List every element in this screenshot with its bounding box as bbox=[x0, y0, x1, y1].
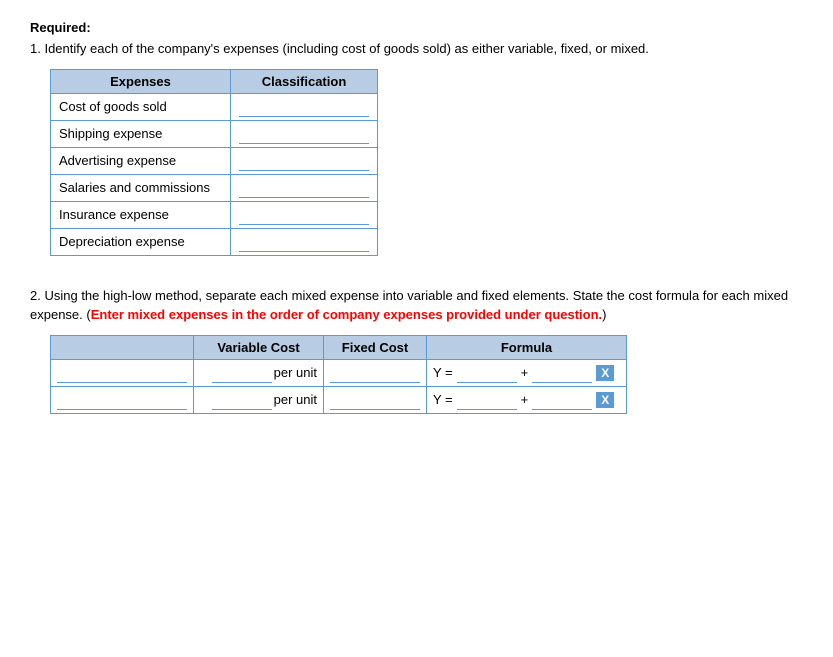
required-block: Required: 1. Identify each of the compan… bbox=[30, 20, 803, 256]
hl-formula-cell[interactable]: Y = + X bbox=[427, 359, 627, 386]
classification-cell[interactable] bbox=[231, 147, 378, 174]
classification-input[interactable] bbox=[239, 178, 369, 198]
required-label: Required: bbox=[30, 20, 803, 35]
classification-input[interactable] bbox=[239, 232, 369, 252]
hl-fixed-cell[interactable] bbox=[324, 386, 427, 413]
expense-name-cell: Depreciation expense bbox=[51, 228, 231, 255]
table-row: per unit Y = + X bbox=[51, 386, 627, 413]
classification-input[interactable] bbox=[239, 151, 369, 171]
hl-fixed-input[interactable] bbox=[330, 390, 420, 410]
table-row: per unit Y = + X bbox=[51, 359, 627, 386]
plus-label: + bbox=[521, 365, 529, 380]
classification-cell[interactable] bbox=[231, 228, 378, 255]
hl-var-header: Variable Cost bbox=[194, 335, 324, 359]
hl-fixed-cell[interactable] bbox=[324, 359, 427, 386]
classification-cell[interactable] bbox=[231, 120, 378, 147]
expenses-header: Expenses bbox=[51, 69, 231, 93]
plus-label: + bbox=[521, 392, 529, 407]
classification-cell[interactable] bbox=[231, 93, 378, 120]
per-unit-label: per unit bbox=[274, 392, 317, 407]
expense-name-cell: Salaries and commissions bbox=[51, 174, 231, 201]
per-unit-label: per unit bbox=[274, 365, 317, 380]
hl-variable-cell[interactable]: per unit bbox=[194, 359, 324, 386]
hl-fixed-header: Fixed Cost bbox=[324, 335, 427, 359]
table-row: Insurance expense bbox=[51, 201, 378, 228]
classification-cell[interactable] bbox=[231, 201, 378, 228]
highlow-table: Variable Cost Fixed Cost Formula per uni… bbox=[50, 335, 627, 414]
classification-header: Classification bbox=[231, 69, 378, 93]
q2-block: 2. Using the high-low method, separate e… bbox=[30, 286, 803, 414]
classification-input[interactable] bbox=[239, 205, 369, 225]
hl-variable-cell[interactable]: per unit bbox=[194, 386, 324, 413]
remove-row-button[interactable]: X bbox=[596, 392, 614, 408]
expense-name-cell: Advertising expense bbox=[51, 147, 231, 174]
hl-name-cell[interactable] bbox=[51, 359, 194, 386]
hl-variable-input[interactable] bbox=[212, 390, 272, 410]
table-row: Cost of goods sold bbox=[51, 93, 378, 120]
q1-text: 1. Identify each of the company's expens… bbox=[30, 39, 803, 59]
q1-body: Identify each of the company's expenses … bbox=[44, 41, 648, 56]
table-row: Advertising expense bbox=[51, 147, 378, 174]
q1-number: 1. bbox=[30, 41, 41, 56]
q2-body-red: Enter mixed expenses in the order of com… bbox=[91, 307, 602, 322]
formula-var-input[interactable] bbox=[457, 363, 517, 383]
remove-row-button[interactable]: X bbox=[596, 365, 614, 381]
hl-name-input[interactable] bbox=[57, 390, 187, 410]
classification-input[interactable] bbox=[239, 124, 369, 144]
table-row: Depreciation expense bbox=[51, 228, 378, 255]
y-equals-label: Y = bbox=[433, 392, 453, 407]
hl-name-cell[interactable] bbox=[51, 386, 194, 413]
hl-formula-cell[interactable]: Y = + X bbox=[427, 386, 627, 413]
hl-variable-input[interactable] bbox=[212, 363, 272, 383]
y-equals-label: Y = bbox=[433, 365, 453, 380]
expense-name-cell: Shipping expense bbox=[51, 120, 231, 147]
hl-empty-header bbox=[51, 335, 194, 359]
q2-body-end: ) bbox=[602, 307, 606, 322]
expense-classification-table: Expenses Classification Cost of goods so… bbox=[50, 69, 378, 256]
q2-number: 2. bbox=[30, 288, 41, 303]
formula-fixed-input[interactable] bbox=[532, 390, 592, 410]
hl-name-input[interactable] bbox=[57, 363, 187, 383]
formula-var-input[interactable] bbox=[457, 390, 517, 410]
classification-cell[interactable] bbox=[231, 174, 378, 201]
hl-fixed-input[interactable] bbox=[330, 363, 420, 383]
hl-formula-header: Formula bbox=[427, 335, 627, 359]
table-row: Shipping expense bbox=[51, 120, 378, 147]
table-row: Salaries and commissions bbox=[51, 174, 378, 201]
expense-name-cell: Insurance expense bbox=[51, 201, 231, 228]
classification-input[interactable] bbox=[239, 97, 369, 117]
expense-name-cell: Cost of goods sold bbox=[51, 93, 231, 120]
q2-text: 2. Using the high-low method, separate e… bbox=[30, 286, 803, 325]
formula-fixed-input[interactable] bbox=[532, 363, 592, 383]
